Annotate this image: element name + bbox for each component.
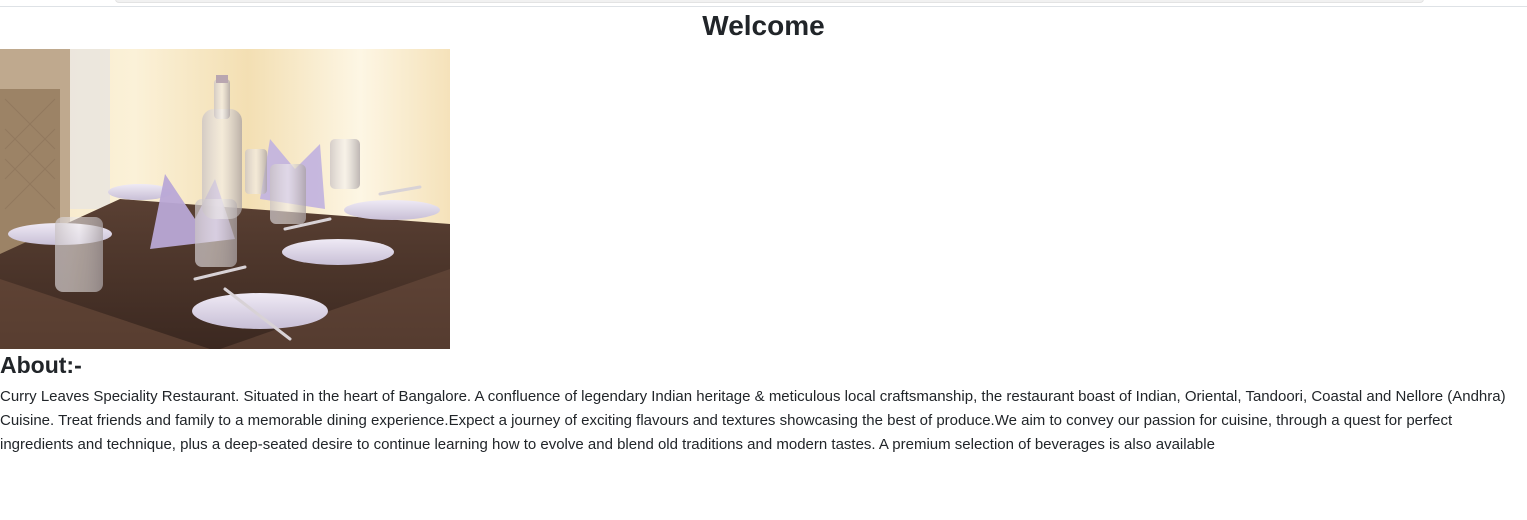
top-navbar: [0, 0, 1527, 7]
page-title: Welcome: [702, 10, 825, 41]
navbar-strip: [115, 0, 1424, 3]
restaurant-photo: [0, 49, 450, 349]
about-heading: About:-: [0, 352, 82, 378]
about-text: Curry Leaves Speciality Restaurant. Situ…: [0, 388, 1506, 453]
